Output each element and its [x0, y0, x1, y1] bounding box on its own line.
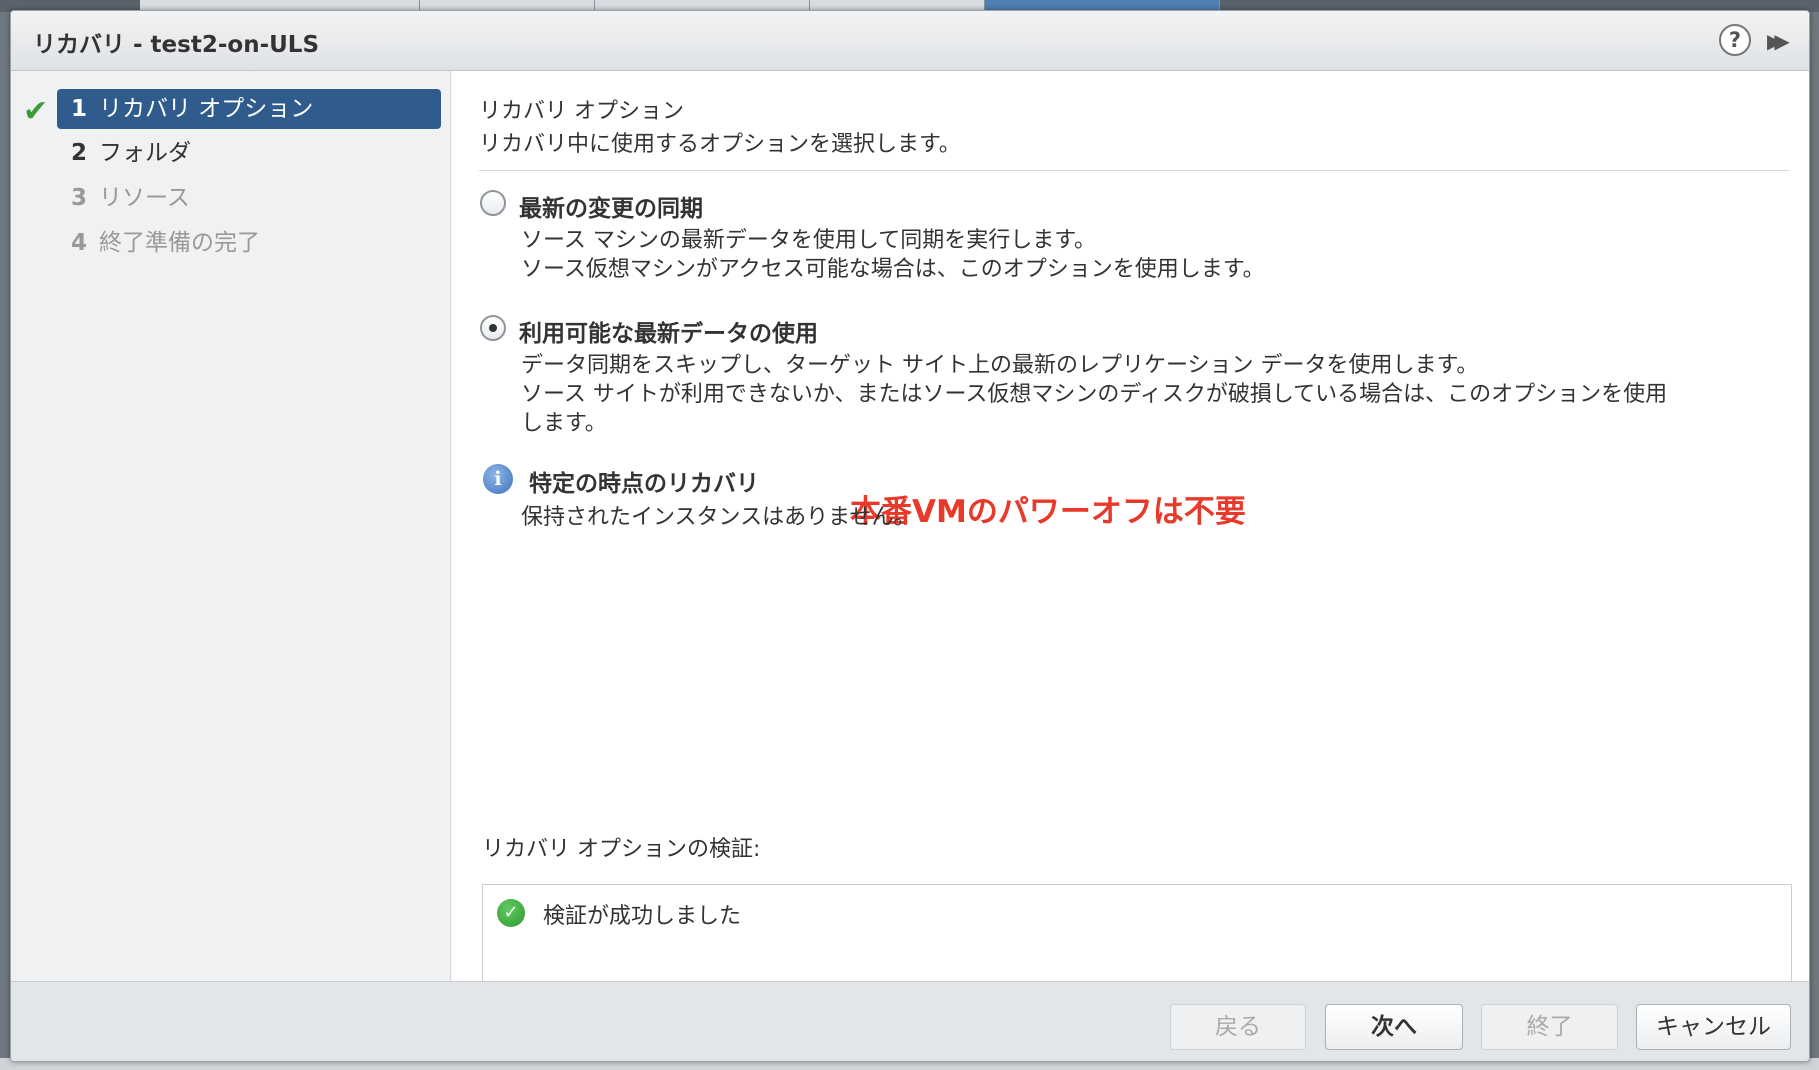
- info-icon: i: [483, 464, 513, 494]
- step-number: 4: [71, 230, 88, 256]
- description-line: データ同期をスキップし、ターゲット サイト上の最新のレプリケーション データを使…: [521, 353, 1479, 378]
- wizard-steps-sidebar: ✔ 1 リカバリ オプション 2 フォルダ 3 リソース 4 終了準備の完了: [11, 71, 451, 981]
- description-line: ソース仮想マシンがアクセス可能な場合は、このオプションを使用します。: [521, 257, 1265, 282]
- wizard-step-folder[interactable]: 2 フォルダ: [57, 133, 441, 173]
- step-label: 終了準備の完了: [99, 230, 260, 256]
- step-label: フォルダ: [99, 140, 191, 166]
- dialog-title: リカバリ - test2-on-ULS: [33, 32, 320, 58]
- background-tab: [140, 0, 420, 10]
- background-tab: [985, 0, 1220, 10]
- wizard-step-ready-to-complete: 4 終了準備の完了: [57, 223, 441, 263]
- background-tab: [420, 0, 595, 10]
- validation-result-text: 検証が成功しました: [543, 904, 742, 929]
- use-latest-available-data-label[interactable]: 利用可能な最新データの使用: [519, 314, 818, 348]
- description-line: します。: [521, 411, 607, 436]
- sync-recent-changes-radio[interactable]: [480, 190, 506, 216]
- step-label: リカバリ オプション: [99, 96, 314, 122]
- cancel-button[interactable]: キャンセル: [1636, 1004, 1791, 1050]
- finish-button[interactable]: 終了: [1481, 1004, 1618, 1050]
- step-number: 3: [71, 185, 88, 211]
- success-check-icon: ✓: [497, 899, 525, 927]
- background-tab: [810, 0, 985, 10]
- help-icon[interactable]: ?: [1719, 24, 1751, 56]
- wizard-step-resources: 3 リソース: [57, 178, 441, 218]
- validation-label: リカバリ オプションの検証:: [482, 837, 761, 862]
- sync-recent-changes-label[interactable]: 最新の変更の同期: [519, 189, 703, 223]
- dialog-titlebar: リカバリ - test2-on-ULS ? ▶▶: [11, 11, 1809, 71]
- next-button[interactable]: 次へ: [1325, 1004, 1463, 1050]
- wizard-content: リカバリ オプション リカバリ中に使用するオプションを選択します。 最新の変更の…: [452, 71, 1809, 1026]
- page-title: リカバリ オプション: [479, 99, 684, 124]
- step-label: リソース: [99, 185, 190, 211]
- step-number: 2: [71, 140, 88, 166]
- step-number: 1: [71, 96, 88, 122]
- description-line: ソース マシンの最新データを使用して同期を実行します。: [521, 228, 1097, 253]
- point-in-time-recovery-label: 特定の時点のリカバリ: [529, 471, 759, 497]
- page-description: リカバリ中に使用するオプションを選択します。: [479, 132, 961, 157]
- back-button[interactable]: 戻る: [1170, 1004, 1306, 1050]
- recovery-dialog: リカバリ - test2-on-ULS ? ▶▶ ✔ 1 リカバリ オプション 2…: [10, 10, 1810, 1062]
- wizard-step-recovery-options[interactable]: 1 リカバリ オプション: [57, 89, 441, 129]
- description-line: ソース サイトが利用できないか、またはソース仮想マシンのディスクが破損している場…: [521, 382, 1668, 407]
- point-in-time-message: 保持されたインスタンスはありません。: [521, 505, 916, 530]
- sync-recent-changes-description: ソース マシンの最新データを使用して同期を実行します。 ソース仮想マシンがアクセ…: [521, 226, 1791, 284]
- use-latest-available-data-radio[interactable]: [480, 315, 506, 341]
- step-complete-check-icon: ✔: [23, 94, 49, 129]
- use-latest-available-data-description: データ同期をスキップし、ターゲット サイト上の最新のレプリケーション データを使…: [521, 351, 1791, 438]
- expand-forward-icon[interactable]: ▶▶: [1767, 27, 1797, 55]
- header-divider: [479, 170, 1789, 171]
- background-tab: [595, 0, 810, 10]
- dialog-footer: 戻る 次へ 終了 キャンセル: [11, 981, 1809, 1061]
